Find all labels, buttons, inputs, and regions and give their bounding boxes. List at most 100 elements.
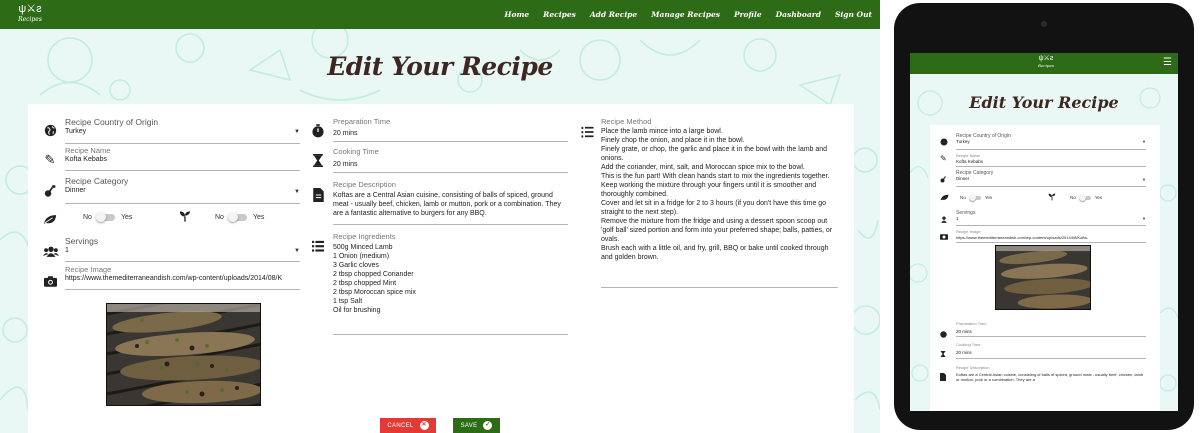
- category-select[interactable]: Recipe Category Dinner ▼: [65, 177, 300, 204]
- country-label: Recipe Country of Origin: [65, 117, 159, 127]
- method-field[interactable]: Recipe Method Place the lamb mince into …: [601, 117, 838, 288]
- check-icon: ✓: [483, 421, 493, 430]
- switch[interactable]: [95, 212, 115, 222]
- list-icon: [311, 239, 325, 257]
- leaf-icon: [940, 194, 949, 203]
- ingredients-field[interactable]: Recipe Ingredients 500g Minced Lamb 1 On…: [333, 232, 568, 335]
- sprout-icon: [1048, 193, 1056, 203]
- prep-time-value: 20 mins: [333, 130, 358, 137]
- ingredient-item: Oil for brushing: [333, 307, 381, 314]
- country-select[interactable]: Recipe Country of Origin Turkey ▼: [956, 133, 1146, 150]
- nav-recipes[interactable]: Recipes: [543, 10, 576, 19]
- caret-down-icon: ▼: [294, 248, 300, 254]
- recipe-name-value: Kofta Kebabs: [956, 159, 984, 164]
- prep-time-label: Preparation Time: [333, 117, 391, 126]
- tablet-camera: [1041, 21, 1047, 27]
- description-value: Koftas are a Central Asian cuisine, cons…: [333, 192, 561, 217]
- tablet-navbar: ψ⚔ƨ Recipes ☰: [910, 53, 1178, 74]
- description-label: Recipe Description: [333, 180, 396, 189]
- pencil-icon: ✎: [44, 152, 56, 167]
- toggle-on-label: Yes: [252, 214, 265, 221]
- cook-time-value: 20 mins: [333, 161, 358, 168]
- prep-time-value: 20 mins: [956, 329, 972, 334]
- globe-icon: [43, 124, 57, 142]
- country-value: Turkey: [956, 139, 970, 144]
- toggle-off-label: No: [1070, 195, 1076, 200]
- nav-manage-recipes[interactable]: Manage Recipes: [651, 10, 720, 19]
- category-select[interactable]: Recipe Category Dinner ▼: [956, 170, 1146, 187]
- save-label: SAVE: [460, 422, 478, 429]
- ingredient-item: 2 tbsp chopped Coriander: [333, 271, 414, 278]
- nav-add-recipe[interactable]: Add Recipe: [590, 10, 637, 19]
- save-button[interactable]: SAVE ✓: [453, 418, 500, 433]
- country-select[interactable]: Recipe Country of Origin Turkey ▼: [65, 118, 300, 144]
- guitar-icon: [940, 175, 948, 185]
- description-field[interactable]: Recipe Description Koftas are a Central …: [956, 365, 1146, 395]
- prep-time-field[interactable]: Preparation Time 20 mins: [333, 117, 568, 142]
- top-navbar: ψ⚔ƨ Recipes Home Recipes Add Recipe Mana…: [0, 0, 880, 29]
- tablet-device: ψ⚔ƨ Recipes ☰ Edit Your Recipe Recipe Co…: [894, 3, 1194, 430]
- prep-time-field[interactable]: Preparation Time 20 mins: [956, 321, 1146, 337]
- hourglass-icon: [311, 154, 325, 172]
- recipe-name-field[interactable]: Recipe Name Kofta Kebabs: [65, 146, 300, 171]
- switch[interactable]: [968, 194, 981, 201]
- cook-time-label: Cooking Time: [333, 147, 379, 156]
- ingredient-item: 1 Onion (medium): [333, 253, 390, 260]
- vegetarian-toggle[interactable]: No Yes: [83, 212, 132, 222]
- cook-time-field[interactable]: Cooking Time 20 mins: [333, 147, 568, 173]
- recipe-image-field[interactable]: Recipe Image https://www.themediterranea…: [65, 265, 300, 290]
- caret-down-icon: ▼: [1142, 177, 1146, 182]
- caret-down-icon: ▼: [294, 129, 300, 135]
- brand-logo[interactable]: ψ⚔ƨ Recipes: [1038, 55, 1054, 69]
- vegan-toggle[interactable]: No Yes: [215, 212, 265, 222]
- cook-time-field[interactable]: Cooking Time 20 mins: [956, 342, 1146, 359]
- ingredient-item: 500g Minced Lamb: [333, 244, 393, 251]
- servings-select[interactable]: Servings 1 ▼: [65, 237, 300, 262]
- vegetarian-toggle[interactable]: No Yes: [960, 194, 992, 201]
- category-value: Dinner: [65, 187, 86, 194]
- caret-down-icon: ▼: [1142, 139, 1146, 144]
- numbered-list-icon: [580, 125, 594, 143]
- users-icon: [43, 244, 59, 262]
- nav-dashboard[interactable]: Dashboard: [776, 10, 821, 19]
- hamburger-menu-icon[interactable]: ☰: [1163, 57, 1172, 69]
- nav-sign-out[interactable]: Sign Out: [835, 10, 872, 19]
- ingredients-list: 500g Minced Lamb 1 Onion (medium) 3 Garl…: [333, 243, 568, 315]
- nav-profile[interactable]: Profile: [734, 10, 762, 19]
- category-label: Recipe Category: [65, 176, 129, 186]
- ingredient-item: 2 tbsp Moroccan spice mix: [333, 289, 416, 296]
- close-icon: ✕: [419, 421, 429, 430]
- switch[interactable]: [227, 212, 247, 222]
- description-label: Recipe Description: [956, 365, 990, 370]
- recipe-image-field[interactable]: Recipe Image https://www.themediterranea…: [956, 229, 1146, 243]
- nav-home[interactable]: Home: [504, 10, 529, 19]
- recipe-name-field[interactable]: Recipe Name Kofta Kebabs: [956, 153, 1146, 167]
- sprout-icon: [178, 210, 192, 228]
- servings-select[interactable]: Servings 1 ▼: [956, 210, 1146, 226]
- logo-mark: ψ⚔ƨ: [1038, 55, 1054, 62]
- recipe-image-label: Recipe Image: [65, 265, 112, 274]
- stopwatch-icon: [940, 330, 947, 340]
- toggle-on-label: Yes: [1094, 195, 1103, 200]
- edit-recipe-form: Recipe Country of Origin Turkey ▼ ✎ Reci…: [28, 104, 854, 433]
- globe-icon: [940, 138, 948, 148]
- cancel-button[interactable]: CANCEL ✕: [380, 418, 436, 433]
- edit-recipe-form: Recipe Country of Origin Turkey ▼ ✎ Reci…: [930, 125, 1160, 411]
- servings-label: Servings: [65, 236, 99, 246]
- country-value: Turkey: [65, 128, 87, 135]
- logo-mark: ψ⚔ƨ: [18, 3, 42, 15]
- description-field[interactable]: Recipe Description Koftas are a Central …: [333, 180, 568, 225]
- recipe-image-value: https://www.themediterraneandish.com/wp-…: [65, 275, 283, 282]
- guitar-icon: [43, 184, 57, 203]
- brand-logo[interactable]: ψ⚔ƨ Recipes: [18, 2, 42, 27]
- servings-value: 1: [956, 216, 959, 221]
- switch[interactable]: [1078, 194, 1091, 201]
- recipe-name-label: Recipe Name: [65, 146, 111, 155]
- vegan-toggle[interactable]: No Yes: [1070, 194, 1103, 201]
- method-label: Recipe Method: [601, 117, 652, 126]
- leaf-icon: [43, 212, 57, 230]
- recipe-photo: [995, 245, 1091, 310]
- recipe-image-value: https://www.themediterraneandish.com/wp-…: [956, 235, 1089, 240]
- cook-time-label: Cooking Time: [956, 342, 981, 347]
- ingredient-item: 1 tsp Salt: [333, 298, 363, 305]
